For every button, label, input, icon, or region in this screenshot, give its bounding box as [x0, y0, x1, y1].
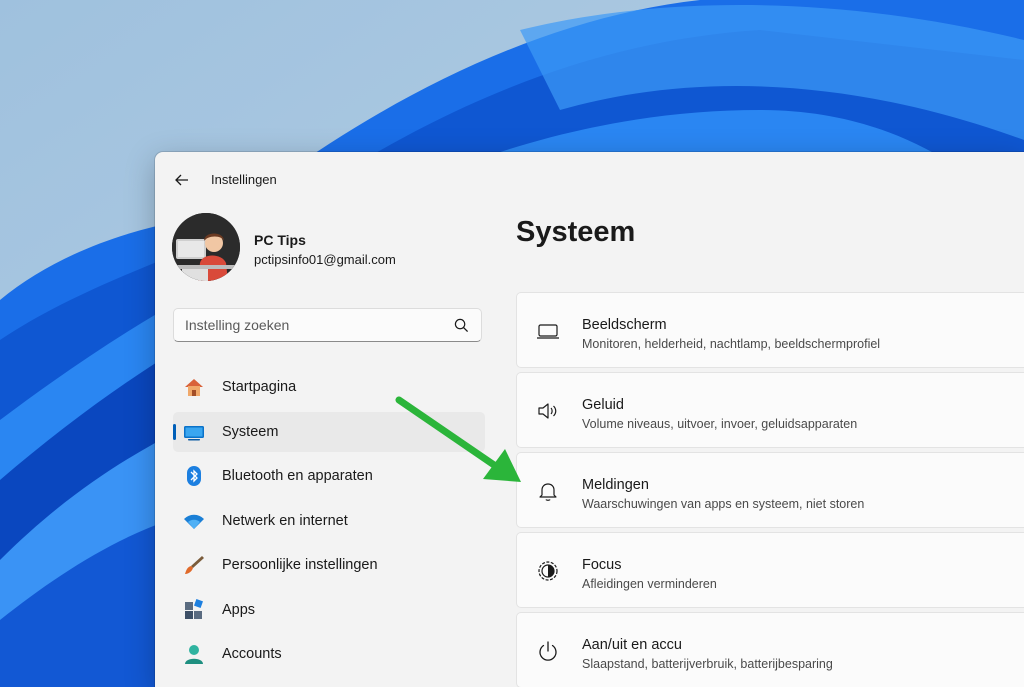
- paintbrush-icon: [185, 556, 204, 574]
- setting-card-title: Geluid: [582, 397, 624, 413]
- sidebar-item-startpagina[interactable]: Startpagina: [173, 367, 485, 407]
- setting-card-title: Aan/uit en accu: [582, 637, 682, 653]
- setting-card-focus[interactable]: Focus Afleidingen verminderen: [516, 532, 1024, 608]
- sidebar-item-accounts[interactable]: Accounts: [173, 634, 485, 674]
- speaker-icon: [538, 403, 557, 419]
- sidebar-item-netwerk[interactable]: Netwerk en internet: [173, 501, 485, 541]
- bell-icon: [539, 483, 557, 501]
- person-icon: [185, 645, 203, 664]
- sidebar-item-persoonlijke-instellingen[interactable]: Persoonlijke instellingen: [173, 545, 485, 585]
- sidebar-item-systeem[interactable]: Systeem: [173, 411, 485, 452]
- user-name: PC Tips: [254, 232, 306, 248]
- sidebar-nav: Startpagina Systeem Bluetooth en apparat…: [173, 367, 485, 679]
- search-icon[interactable]: [454, 318, 469, 333]
- setting-card-geluid[interactable]: Geluid Volume niveaus, uitvoer, invoer, …: [516, 372, 1024, 448]
- back-arrow-icon: [175, 174, 188, 186]
- sidebar-item-label: Accounts: [222, 646, 282, 662]
- user-profile[interactable]: PC Tips pctipsinfo01@gmail.com: [172, 213, 502, 283]
- setting-card-title: Beeldscherm: [582, 317, 667, 333]
- sidebar-item-label: Netwerk en internet: [222, 512, 348, 529]
- app-title: Instellingen: [211, 172, 277, 187]
- sidebar-item-label: Persoonlijke instellingen: [222, 557, 378, 573]
- setting-card-description: Slaapstand, batterijverbruik, batterijbe…: [582, 657, 833, 671]
- search-input[interactable]: [174, 309, 455, 341]
- sidebar-item-label: Bluetooth en apparaten: [222, 468, 373, 484]
- apps-icon: [185, 598, 203, 619]
- setting-card-description: Volume niveaus, uitvoer, invoer, geluids…: [582, 417, 858, 431]
- sidebar-item-apps[interactable]: Apps: [173, 590, 485, 630]
- settings-list: Beeldscherm Monitoren, helderheid, nacht…: [516, 292, 1024, 687]
- monitor-icon: [184, 425, 204, 440]
- sidebar-item-label: Apps: [222, 601, 256, 618]
- sidebar-item-label: Systeem: [222, 423, 279, 440]
- page-title: Systeem: [516, 216, 636, 248]
- user-email: pctipsinfo01@gmail.com: [254, 252, 396, 267]
- setting-card-aan-uit-en-accu[interactable]: Aan/uit en accu Slaapstand, batterijverb…: [516, 612, 1024, 687]
- setting-card-title: Focus: [582, 557, 622, 573]
- settings-window: Instellingen PC Tips pctipsinfo01@gmail.…: [155, 152, 1024, 687]
- wifi-icon: [184, 514, 204, 529]
- setting-card-description: Waarschuwingen van apps en systeem, niet…: [582, 497, 865, 511]
- setting-card-meldingen[interactable]: Meldingen Waarschuwingen van apps en sys…: [516, 452, 1024, 528]
- sidebar-item-bluetooth[interactable]: Bluetooth en apparaten: [173, 456, 485, 496]
- bluetooth-icon: [187, 466, 201, 486]
- focus-icon: [538, 561, 558, 581]
- home-icon: [185, 379, 203, 396]
- setting-card-beeldscherm[interactable]: Beeldscherm Monitoren, helderheid, nacht…: [516, 292, 1024, 368]
- setting-card-description: Monitoren, helderheid, nachtlamp, beelds…: [582, 337, 881, 351]
- title-bar: Instellingen: [155, 152, 1024, 206]
- setting-card-description: Afleidingen verminderen: [582, 577, 717, 591]
- power-icon: [539, 641, 557, 661]
- back-button[interactable]: [169, 167, 195, 193]
- sidebar-item-label: Startpagina: [222, 379, 297, 395]
- search-box[interactable]: [173, 308, 482, 342]
- display-icon: [537, 324, 559, 339]
- setting-card-title: Meldingen: [582, 477, 649, 493]
- avatar-image-icon: [172, 213, 240, 281]
- avatar[interactable]: [172, 213, 240, 281]
